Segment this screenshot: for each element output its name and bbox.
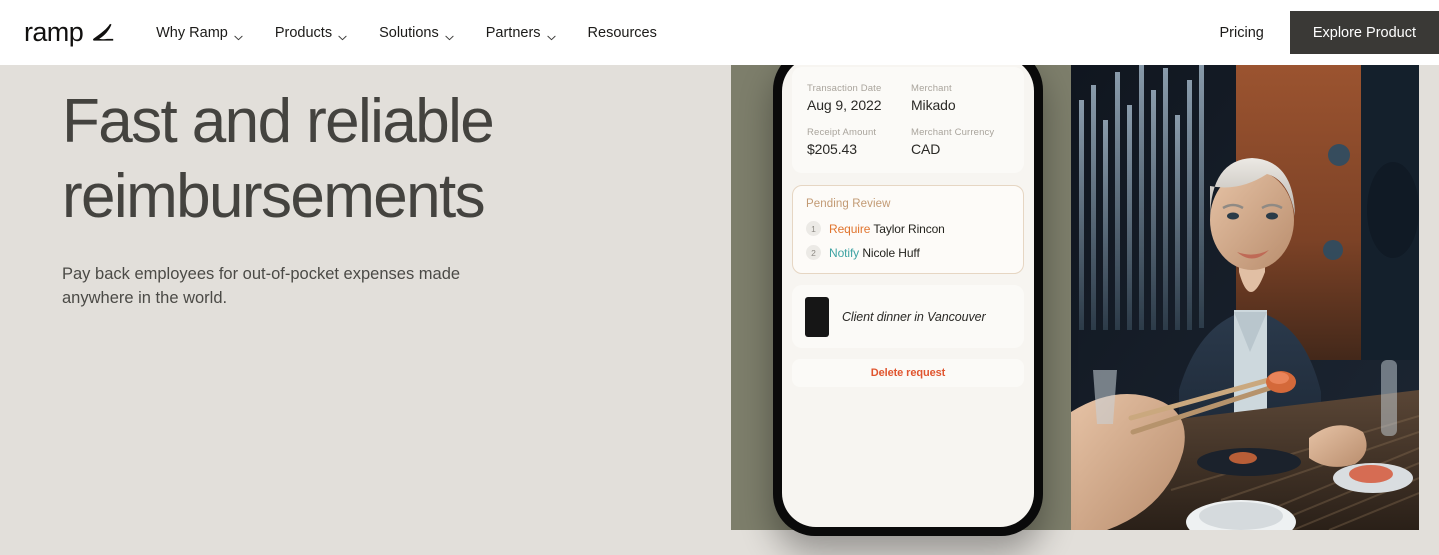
field-value: Aug 9, 2022 — [807, 97, 882, 113]
nav-item-solutions[interactable]: Solutions — [363, 17, 470, 49]
chevron-down-icon — [234, 30, 243, 41]
receipt-photo-icon — [805, 296, 829, 337]
nav-item-resources[interactable]: Resources — [572, 17, 673, 49]
review-step-2[interactable]: 2 Notify Nicole Huff — [806, 245, 1010, 260]
chevron-down-icon — [546, 30, 556, 41]
receipt-memo-label: Client dinner in Vancouver — [842, 309, 986, 324]
ramp-logo[interactable]: ramp — [24, 19, 114, 46]
field-label: Merchant Currency — [911, 127, 995, 138]
nav-item-label: Partners — [485, 24, 541, 41]
pending-review-heading: Pending Review — [806, 198, 891, 210]
step-number-badge: 1 — [806, 221, 821, 236]
field-value: $205.43 — [807, 141, 857, 157]
field-label: Merchant — [911, 83, 952, 94]
delete-request-label: Delete request — [870, 367, 946, 379]
review-step-text: Notify Nicole Huff — [829, 246, 920, 260]
field-value: CAD — [911, 141, 941, 157]
ramp-swoosh-icon — [90, 23, 114, 45]
review-action-label: Notify — [829, 245, 860, 260]
hero-media: Transaction Date Aug 9, 2022 Merchant Mi… — [731, 48, 1419, 536]
transaction-field-date: Transaction Date Aug 9, 2022 — [807, 83, 905, 113]
review-step-1[interactable]: 1 Require Taylor Rincon — [806, 221, 1010, 236]
page-title: Fast and reliable reimbursements — [62, 87, 495, 231]
field-label: Transaction Date — [807, 83, 882, 94]
nav-item-label: Resources — [587, 24, 657, 41]
step-number-badge: 2 — [806, 245, 821, 260]
chevron-down-icon — [445, 30, 454, 41]
hero-subtitle: Pay back employees for out-of-pocket exp… — [62, 265, 461, 307]
transaction-details-card: Transaction Date Aug 9, 2022 Merchant Mi… — [792, 67, 1024, 173]
transaction-field-merchant: Merchant Mikado — [911, 83, 1009, 113]
review-person-name: Nicole Huff — [862, 245, 920, 260]
delete-request-button[interactable]: Delete request — [792, 359, 1024, 387]
receipt-card[interactable]: Client dinner in Vancouver — [792, 285, 1024, 348]
review-person-name: Taylor Rincon — [873, 221, 945, 236]
field-label: Receipt Amount — [807, 127, 877, 138]
main-navigation: ramp Why Ramp Products Solutions Partner… — [0, 0, 1439, 65]
hero-copy: Fast and reliable reimbursements Pay bac… — [62, 84, 682, 310]
field-value: Mikado — [911, 97, 956, 113]
nav-item-partners[interactable]: Partners — [470, 17, 572, 49]
nav-item-label: Solutions — [379, 24, 439, 41]
nav-right-group: Pricing Explore Product — [1194, 0, 1439, 65]
review-step-text: Require Taylor Rincon — [829, 222, 945, 236]
nav-item-pricing[interactable]: Pricing — [1194, 25, 1290, 41]
nav-item-why-ramp[interactable]: Why Ramp — [156, 17, 259, 49]
transaction-field-currency: Merchant Currency CAD — [911, 127, 1009, 157]
nav-item-label: Why Ramp — [156, 24, 228, 41]
chevron-down-icon — [338, 30, 347, 41]
nav-item-label: Products — [274, 24, 333, 41]
brand-wordmark: ramp — [24, 17, 84, 47]
phone-screen: Transaction Date Aug 9, 2022 Merchant Mi… — [782, 57, 1034, 527]
review-action-label: Require — [829, 221, 871, 236]
transaction-field-amount: Receipt Amount $205.43 — [807, 127, 905, 157]
phone-mockup: Transaction Date Aug 9, 2022 Merchant Mi… — [773, 48, 1043, 536]
nav-item-products[interactable]: Products — [259, 17, 363, 49]
dinner-photo — [1071, 60, 1419, 530]
pending-review-card: Pending Review 1 Require Taylor Rincon 2… — [792, 185, 1024, 274]
explore-product-button[interactable]: Explore Product — [1289, 11, 1439, 54]
landing-page: ramp Why Ramp Products Solutions Partner… — [0, 0, 1439, 555]
nav-links: Why Ramp Products Solutions Partners Res… — [156, 17, 673, 49]
